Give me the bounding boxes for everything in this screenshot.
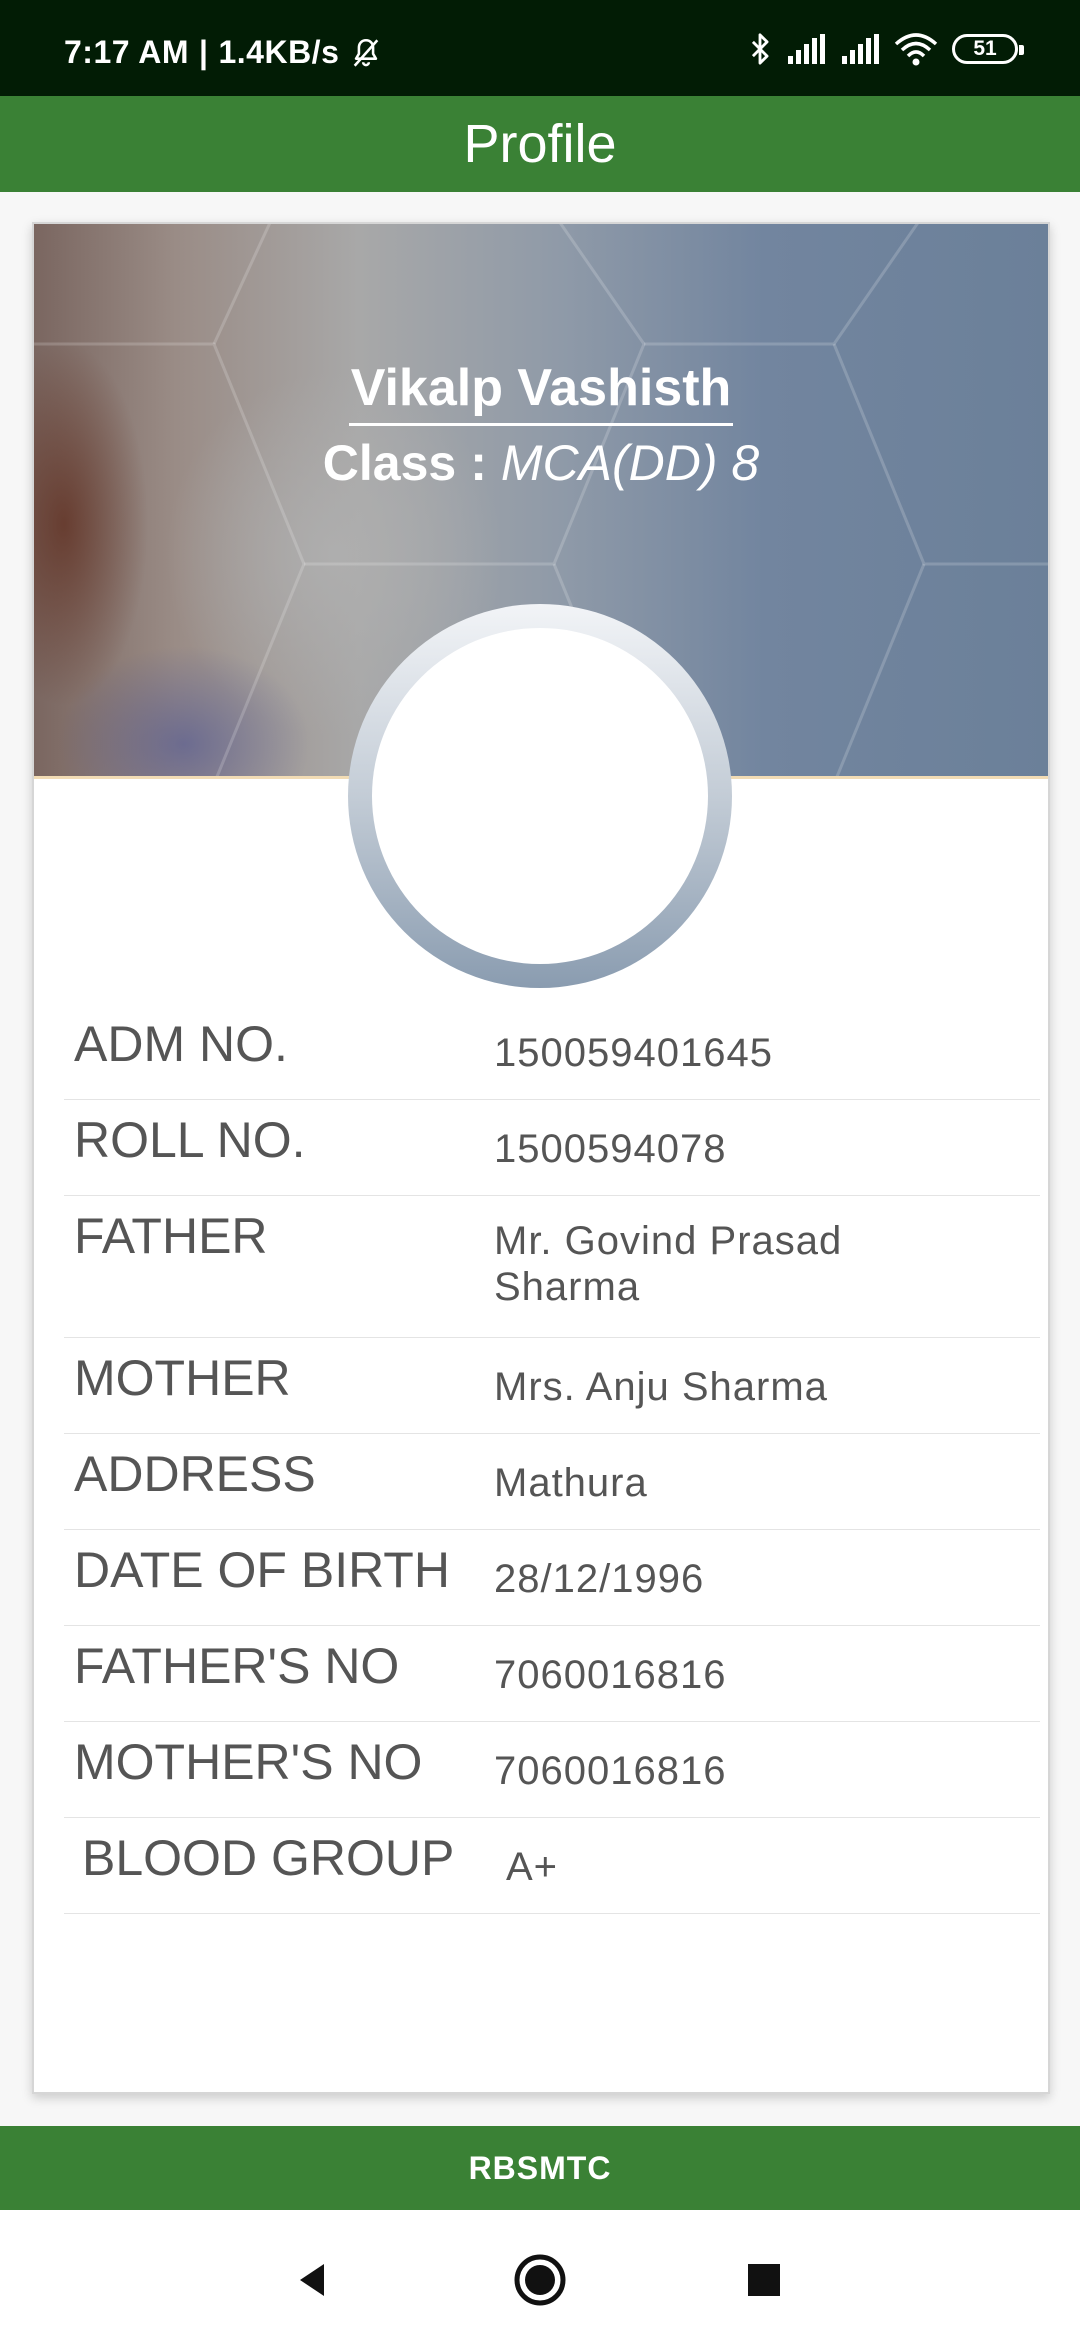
detail-row-address: ADDRESS Mathura [64,1434,1040,1530]
name-block: Vikalp Vashisth Class: MCA(DD) 8 [34,359,1048,491]
detail-label: FATHER [74,1208,268,1264]
status-right: 51 [748,32,1024,66]
detail-label: FATHER'S NO [74,1638,400,1694]
footer-text: RBSMTC [468,2149,612,2186]
class-separator: : [470,434,487,491]
system-nav-bar [0,2210,1080,2340]
detail-row-father: FATHER Mr. Govind Prasad Sharma [64,1196,1040,1338]
footer-bar: RBSMTC [0,2126,1080,2210]
battery-level: 51 [973,37,997,60]
avatar-photo [372,628,708,964]
mute-bell-icon [354,38,379,67]
status-left: 7:17 AM | 1.4KB/s [64,34,383,71]
detail-label: MOTHER [74,1350,291,1406]
detail-label: ADM NO. [74,1016,288,1072]
bluetooth-icon [751,33,769,65]
detail-value: Mr. Govind Prasad Sharma [494,1219,843,1309]
detail-row-adm-no: ADM NO. 150059401645 [64,1004,1040,1100]
detail-label: BLOOD GROUP [82,1830,455,1886]
details-table: ADM NO. 150059401645 ROLL NO. 1500594078… [64,1004,1040,1914]
detail-label: DATE OF BIRTH [74,1542,450,1598]
student-name: Vikalp Vashisth [348,359,734,426]
status-data-rate: 1.4KB/s [218,34,340,70]
detail-value: 7060016816 [494,1749,727,1793]
detail-label: ROLL NO. [74,1112,306,1168]
detail-label: MOTHER'S NO [74,1734,423,1790]
detail-value: Mathura [494,1461,648,1505]
class-label: Class [322,434,457,491]
status-bar: 7:17 AM | 1.4KB/s 51 [0,0,1080,96]
battery-icon: 51 [952,34,1024,64]
detail-row-mother: MOTHER Mrs. Anju Sharma [64,1338,1040,1434]
detail-value: 150059401645 [494,1031,773,1075]
detail-label: ADDRESS [74,1446,316,1502]
home-circle-icon[interactable] [510,2250,570,2310]
detail-value: 7060016816 [494,1653,727,1697]
page-title: Profile [463,114,617,174]
status-separator: | [199,34,209,70]
app-bar: Profile [0,96,1080,192]
detail-value: 1500594078 [494,1127,727,1171]
status-time: 7:17 AM [64,34,190,70]
class-line: Class: MCA(DD) 8 [34,434,1048,491]
signal-icon [842,34,879,64]
detail-value: Mrs. Anju Sharma [494,1365,828,1409]
detail-value: 28/12/1996 [494,1557,705,1601]
profile-card: Vikalp Vashisth Class: MCA(DD) 8 ADM NO. … [32,222,1050,2094]
signal-icon [788,34,825,64]
detail-row-roll-no: ROLL NO. 1500594078 [64,1100,1040,1196]
back-triangle-icon[interactable] [282,2250,342,2310]
detail-row-mothers-no: MOTHER'S NO 7060016816 [64,1722,1040,1818]
detail-row-dob: DATE OF BIRTH 28/12/1996 [64,1530,1040,1626]
recents-square-icon[interactable] [734,2250,794,2310]
detail-row-blood-group: BLOOD GROUP A+ [64,1818,1040,1914]
detail-row-fathers-no: FATHER'S NO 7060016816 [64,1626,1040,1722]
avatar[interactable] [348,604,732,988]
wifi-icon [894,33,938,66]
class-value: MCA(DD) 8 [500,434,760,491]
detail-value: A+ [506,1845,559,1889]
